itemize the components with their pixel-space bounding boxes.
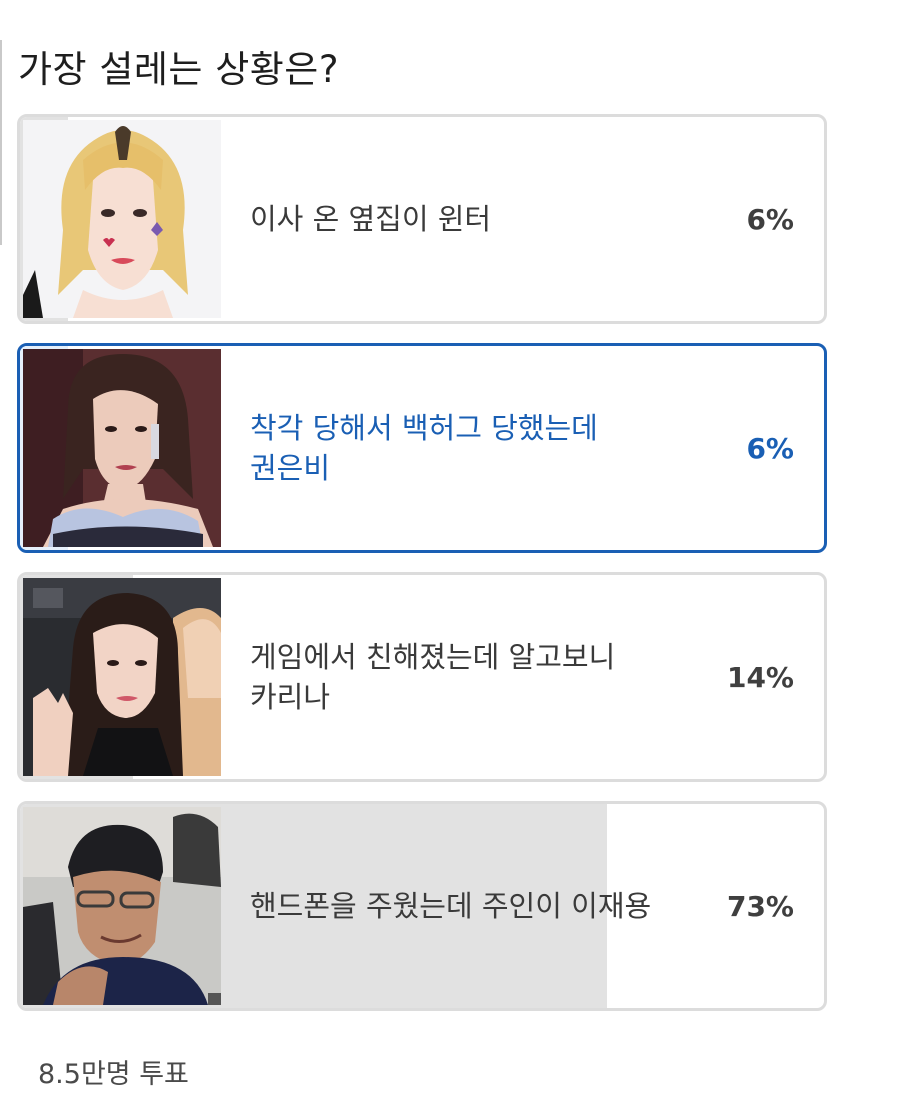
option-4-photo [23,807,221,1005]
option-label: 이사 온 옆집이 윈터 [250,202,492,236]
option-label: 핸드폰을 주웠는데 주인이 이재용 [250,889,652,923]
option-label: 착각 당해서 백허그 당했는데 권은비 [250,411,598,485]
option-percent: 6% [746,431,794,465]
poll-options: 이사 온 옆집이 윈터 6% 착각 당해서 백허그 당했는데 권은비 6% 게임… [17,114,827,1030]
option-1-photo [23,120,221,318]
option-percent: 14% [726,660,794,694]
vote-count: 8.5만명 투표 [38,1059,189,1090]
option-percent: 6% [746,202,794,236]
option-label: 게임에서 친해졌는데 알고보니 카리나 [250,640,616,714]
poll-option-1[interactable]: 이사 온 옆집이 윈터 6% [17,114,827,324]
poll-option-3[interactable]: 게임에서 친해졌는데 알고보니 카리나 14% [17,572,827,782]
poll-title: 가장 설레는 상황은? [18,48,339,91]
poll-option-2[interactable]: 착각 당해서 백허그 당했는데 권은비 6% [17,343,827,553]
poll-option-4[interactable]: 핸드폰을 주웠는데 주인이 이재용 73% [17,801,827,1011]
option-3-photo [23,578,221,776]
left-edge-divider [0,40,2,245]
option-percent: 73% [726,889,794,923]
option-2-photo [23,349,221,547]
